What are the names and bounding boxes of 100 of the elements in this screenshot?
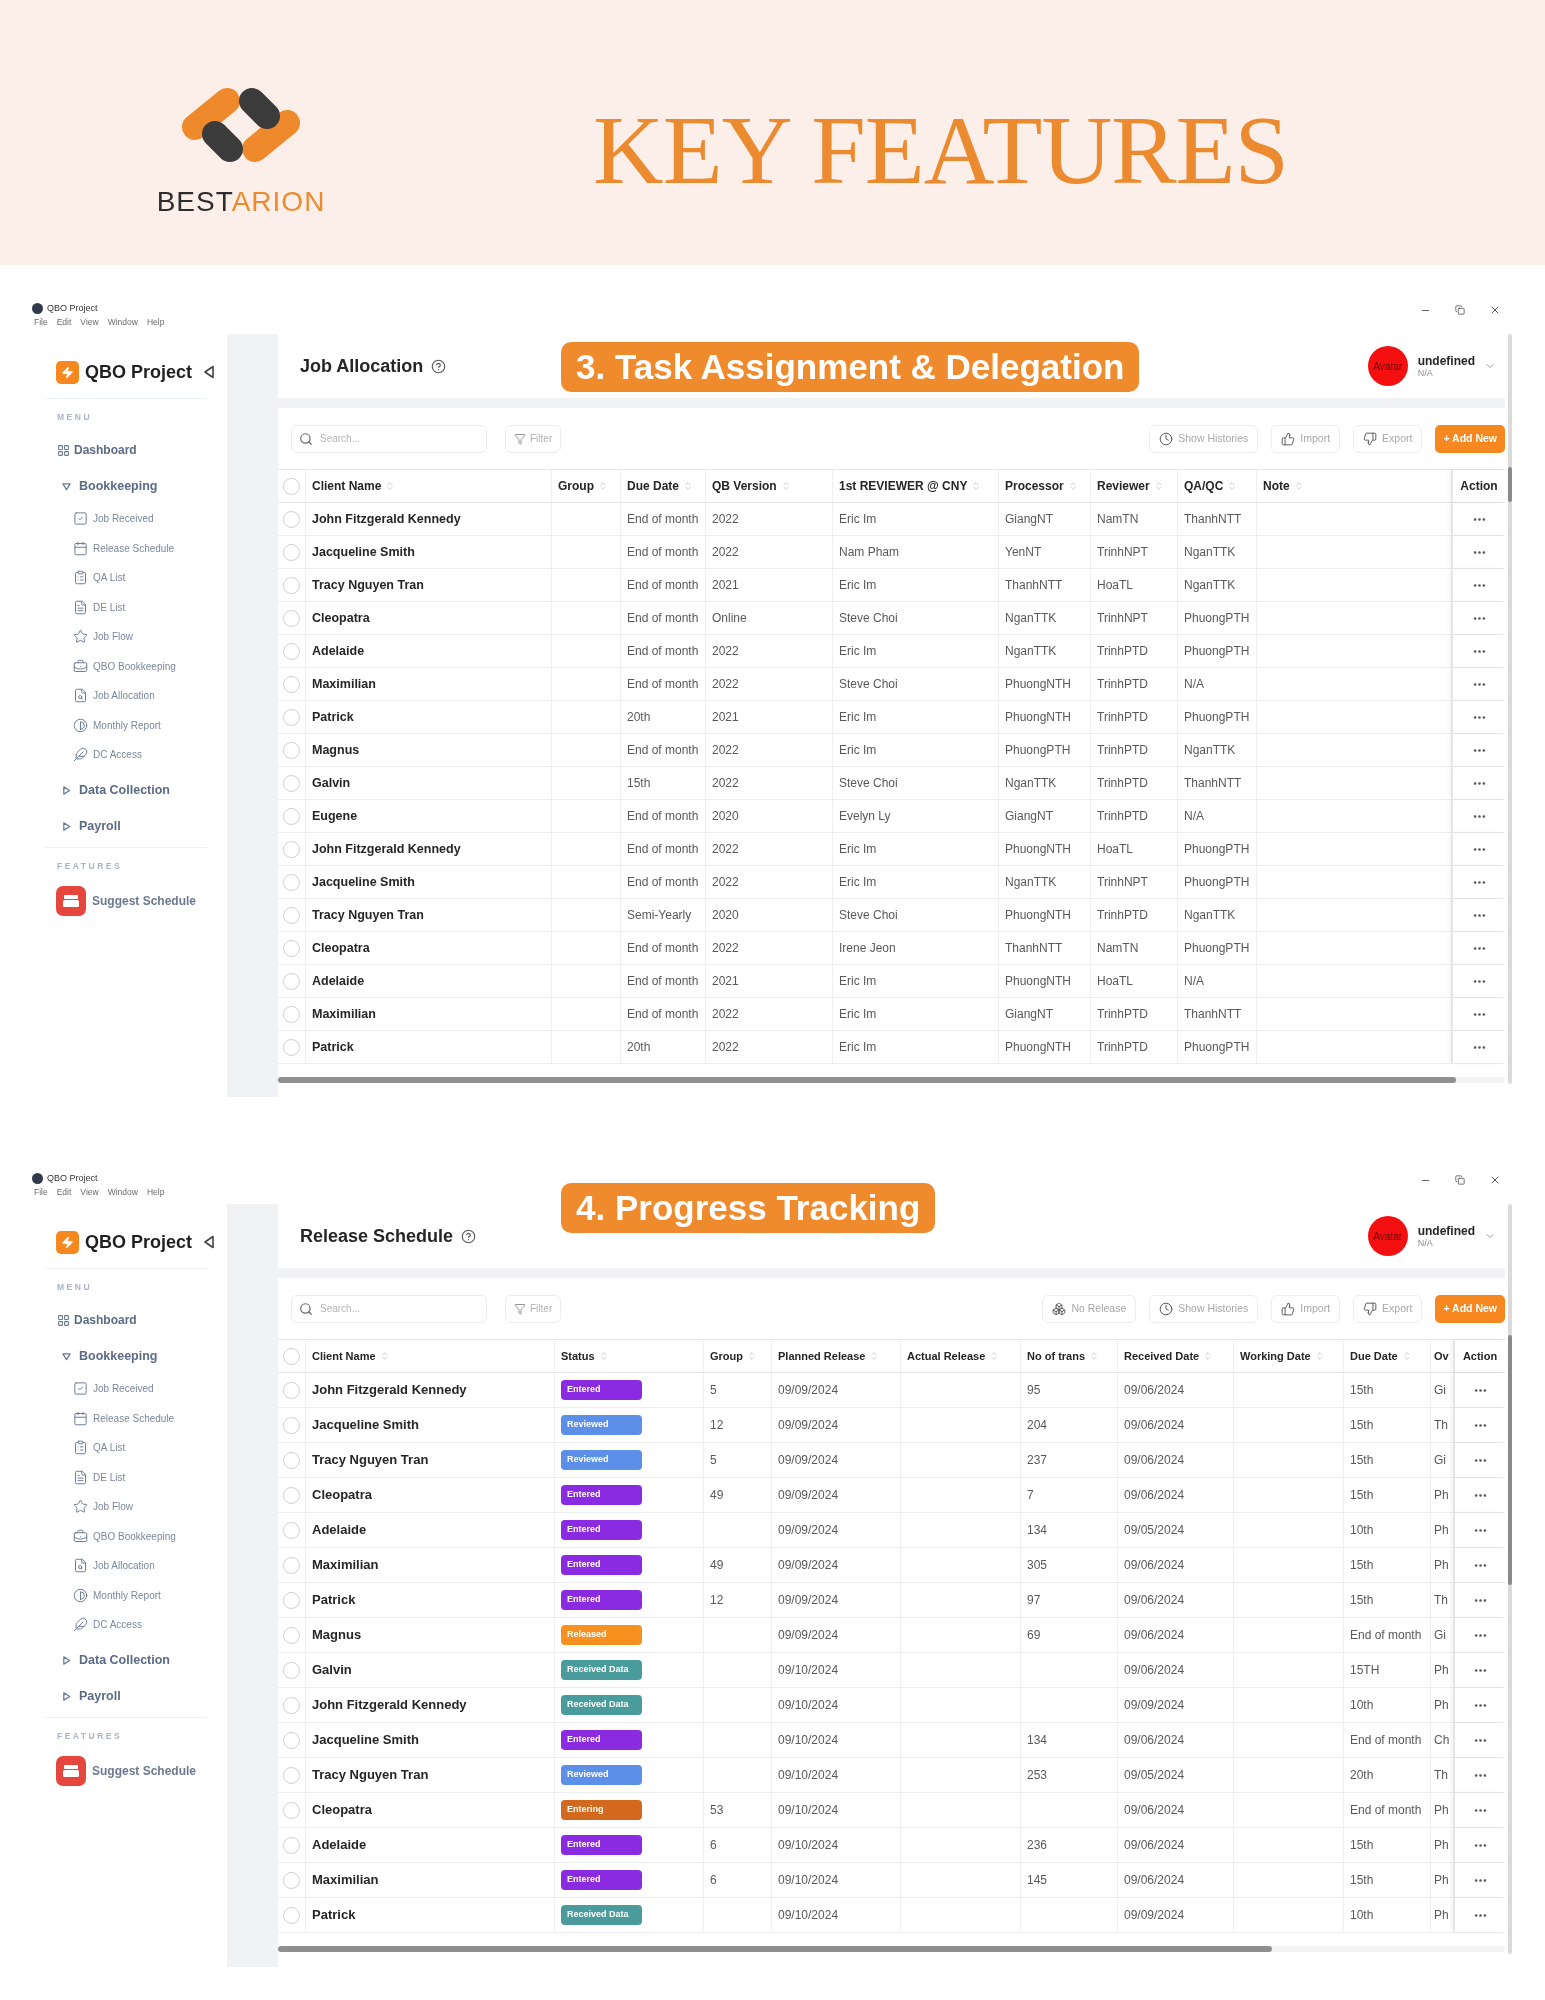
column-header[interactable]: Processor — [999, 470, 1091, 502]
menu-item[interactable]: Help — [146, 1188, 165, 1197]
caret-icon[interactable] — [62, 481, 71, 491]
row-checkbox[interactable] — [283, 774, 300, 792]
column-header[interactable]: Due Date — [1344, 1340, 1431, 1372]
column-header[interactable]: QB Version — [706, 470, 833, 502]
row-checkbox[interactable] — [283, 675, 300, 693]
row-checkbox[interactable] — [283, 543, 300, 561]
sort-icon[interactable] — [869, 1350, 880, 1362]
collapse-icon[interactable] — [203, 365, 215, 379]
menu-item[interactable]: File — [34, 318, 48, 327]
menu-item[interactable]: Edit — [56, 1188, 72, 1197]
help-icon[interactable] — [431, 358, 447, 374]
sort-icon[interactable] — [385, 480, 396, 492]
close-icon[interactable] — [1489, 304, 1501, 316]
sort-icon[interactable] — [379, 1350, 390, 1362]
menu-item[interactable]: Window — [107, 318, 138, 327]
sidebar-subitem[interactable]: Monthly Report — [73, 717, 161, 733]
column-header[interactable]: Client Name — [306, 1340, 555, 1372]
sort-icon[interactable] — [971, 480, 982, 492]
close-icon[interactable] — [1489, 1174, 1501, 1186]
sort-icon[interactable] — [1089, 1350, 1100, 1362]
collapse-icon[interactable] — [203, 1235, 215, 1249]
row-checkbox[interactable] — [283, 939, 300, 957]
sidebar-item[interactable]: Suggest Schedule — [56, 883, 197, 918]
column-header[interactable]: Due Date — [621, 470, 706, 502]
row-checkbox[interactable] — [283, 510, 300, 528]
sidebar-subitem[interactable]: Job Received — [73, 511, 154, 527]
row-checkbox[interactable] — [283, 1381, 300, 1399]
row-checkbox[interactable] — [283, 1038, 300, 1056]
sidebar-subitem[interactable]: Job Allocation — [73, 688, 155, 704]
caret-icon[interactable] — [62, 822, 71, 831]
row-checkbox[interactable] — [283, 840, 300, 858]
column-header[interactable]: Group — [552, 470, 621, 502]
sidebar-subitem[interactable]: QBO Bookkeeping — [73, 658, 176, 674]
sort-icon[interactable] — [780, 480, 791, 492]
avatar[interactable]: Avatar — [1367, 346, 1408, 386]
column-header[interactable]: No of trans — [1021, 1340, 1118, 1372]
horizontal-scrollbar[interactable] — [278, 1946, 1505, 1952]
caret-icon[interactable] — [62, 1351, 71, 1361]
sidebar-subitem[interactable]: Job Flow — [73, 1499, 133, 1515]
horizontal-scrollbar[interactable] — [278, 1077, 1505, 1083]
column-header[interactable]: Working Date — [1234, 1340, 1344, 1372]
sidebar-subitem[interactable]: Job Received — [73, 1381, 154, 1397]
search-field[interactable]: Search... — [291, 1294, 487, 1323]
row-checkbox[interactable] — [283, 1416, 300, 1434]
row-checkbox[interactable] — [283, 1871, 300, 1889]
sidebar-group[interactable]: Bookkeeping — [62, 471, 158, 501]
row-checkbox[interactable] — [283, 1906, 300, 1924]
sort-icon[interactable] — [1314, 1350, 1325, 1362]
sort-icon[interactable] — [747, 1350, 757, 1362]
row-checkbox[interactable] — [283, 1451, 300, 1469]
restore-icon[interactable] — [1455, 305, 1465, 315]
sort-icon[interactable] — [683, 480, 693, 492]
sort-icon[interactable] — [1153, 480, 1164, 492]
sidebar-item[interactable]: Dashboard — [57, 435, 137, 465]
row-checkbox[interactable] — [283, 1836, 300, 1854]
row-checkbox[interactable] — [283, 642, 300, 660]
column-header[interactable]: QA/QC — [1178, 470, 1257, 502]
row-checkbox[interactable] — [283, 1731, 300, 1749]
sort-icon[interactable] — [1401, 1350, 1412, 1362]
sidebar-subitem[interactable]: DC Access — [73, 1617, 142, 1633]
caret-icon[interactable] — [62, 1692, 71, 1701]
menu-item[interactable]: View — [80, 318, 99, 327]
row-checkbox[interactable] — [283, 1801, 300, 1819]
sidebar-subitem[interactable]: DC Access — [73, 747, 142, 763]
menu-item[interactable]: Edit — [56, 318, 72, 327]
menu-item[interactable]: View — [80, 1188, 99, 1197]
row-checkbox[interactable] — [283, 1661, 300, 1679]
sort-icon[interactable] — [1227, 480, 1238, 492]
sidebar-subitem[interactable]: DE List — [73, 1469, 126, 1485]
row-checkbox[interactable] — [283, 1626, 300, 1644]
sidebar-subitem[interactable]: QBO Bookkeeping — [73, 1528, 176, 1544]
help-icon[interactable] — [461, 1228, 477, 1244]
vertical-scrollbar[interactable] — [1508, 1204, 1512, 1954]
row-checkbox[interactable] — [283, 1005, 300, 1023]
sort-icon[interactable] — [1293, 480, 1304, 492]
column-header[interactable]: Group — [704, 1340, 772, 1372]
sidebar-group[interactable]: Payroll — [62, 811, 121, 842]
column-header[interactable]: Status — [555, 1340, 704, 1372]
sidebar-group[interactable]: Data Collection — [62, 1645, 170, 1676]
sort-icon[interactable] — [598, 1350, 609, 1362]
caret-icon[interactable] — [62, 1656, 71, 1665]
sidebar-subitem[interactable]: QA List — [73, 1440, 126, 1456]
avatar[interactable]: Avatar — [1367, 1216, 1408, 1256]
select-all-checkbox[interactable] — [283, 1347, 300, 1365]
sort-icon[interactable] — [1203, 1350, 1214, 1362]
row-checkbox[interactable] — [283, 576, 300, 594]
row-checkbox[interactable] — [283, 1696, 300, 1714]
sidebar-subitem[interactable]: Job Allocation — [73, 1558, 155, 1574]
column-header[interactable]: 1st REVIEWER @ CNY — [833, 470, 999, 502]
menu-item[interactable]: Window — [107, 1188, 138, 1197]
row-checkbox[interactable] — [283, 873, 300, 891]
sidebar-subitem[interactable]: DE List — [73, 599, 126, 615]
column-header[interactable]: Planned Release — [772, 1340, 901, 1372]
sidebar-group[interactable]: Bookkeeping — [62, 1341, 158, 1371]
search-field[interactable]: Search... — [291, 424, 487, 453]
select-all-checkbox[interactable] — [283, 477, 300, 495]
sidebar-subitem[interactable]: Release Schedule — [73, 540, 175, 556]
menu-item[interactable]: Help — [146, 318, 165, 327]
